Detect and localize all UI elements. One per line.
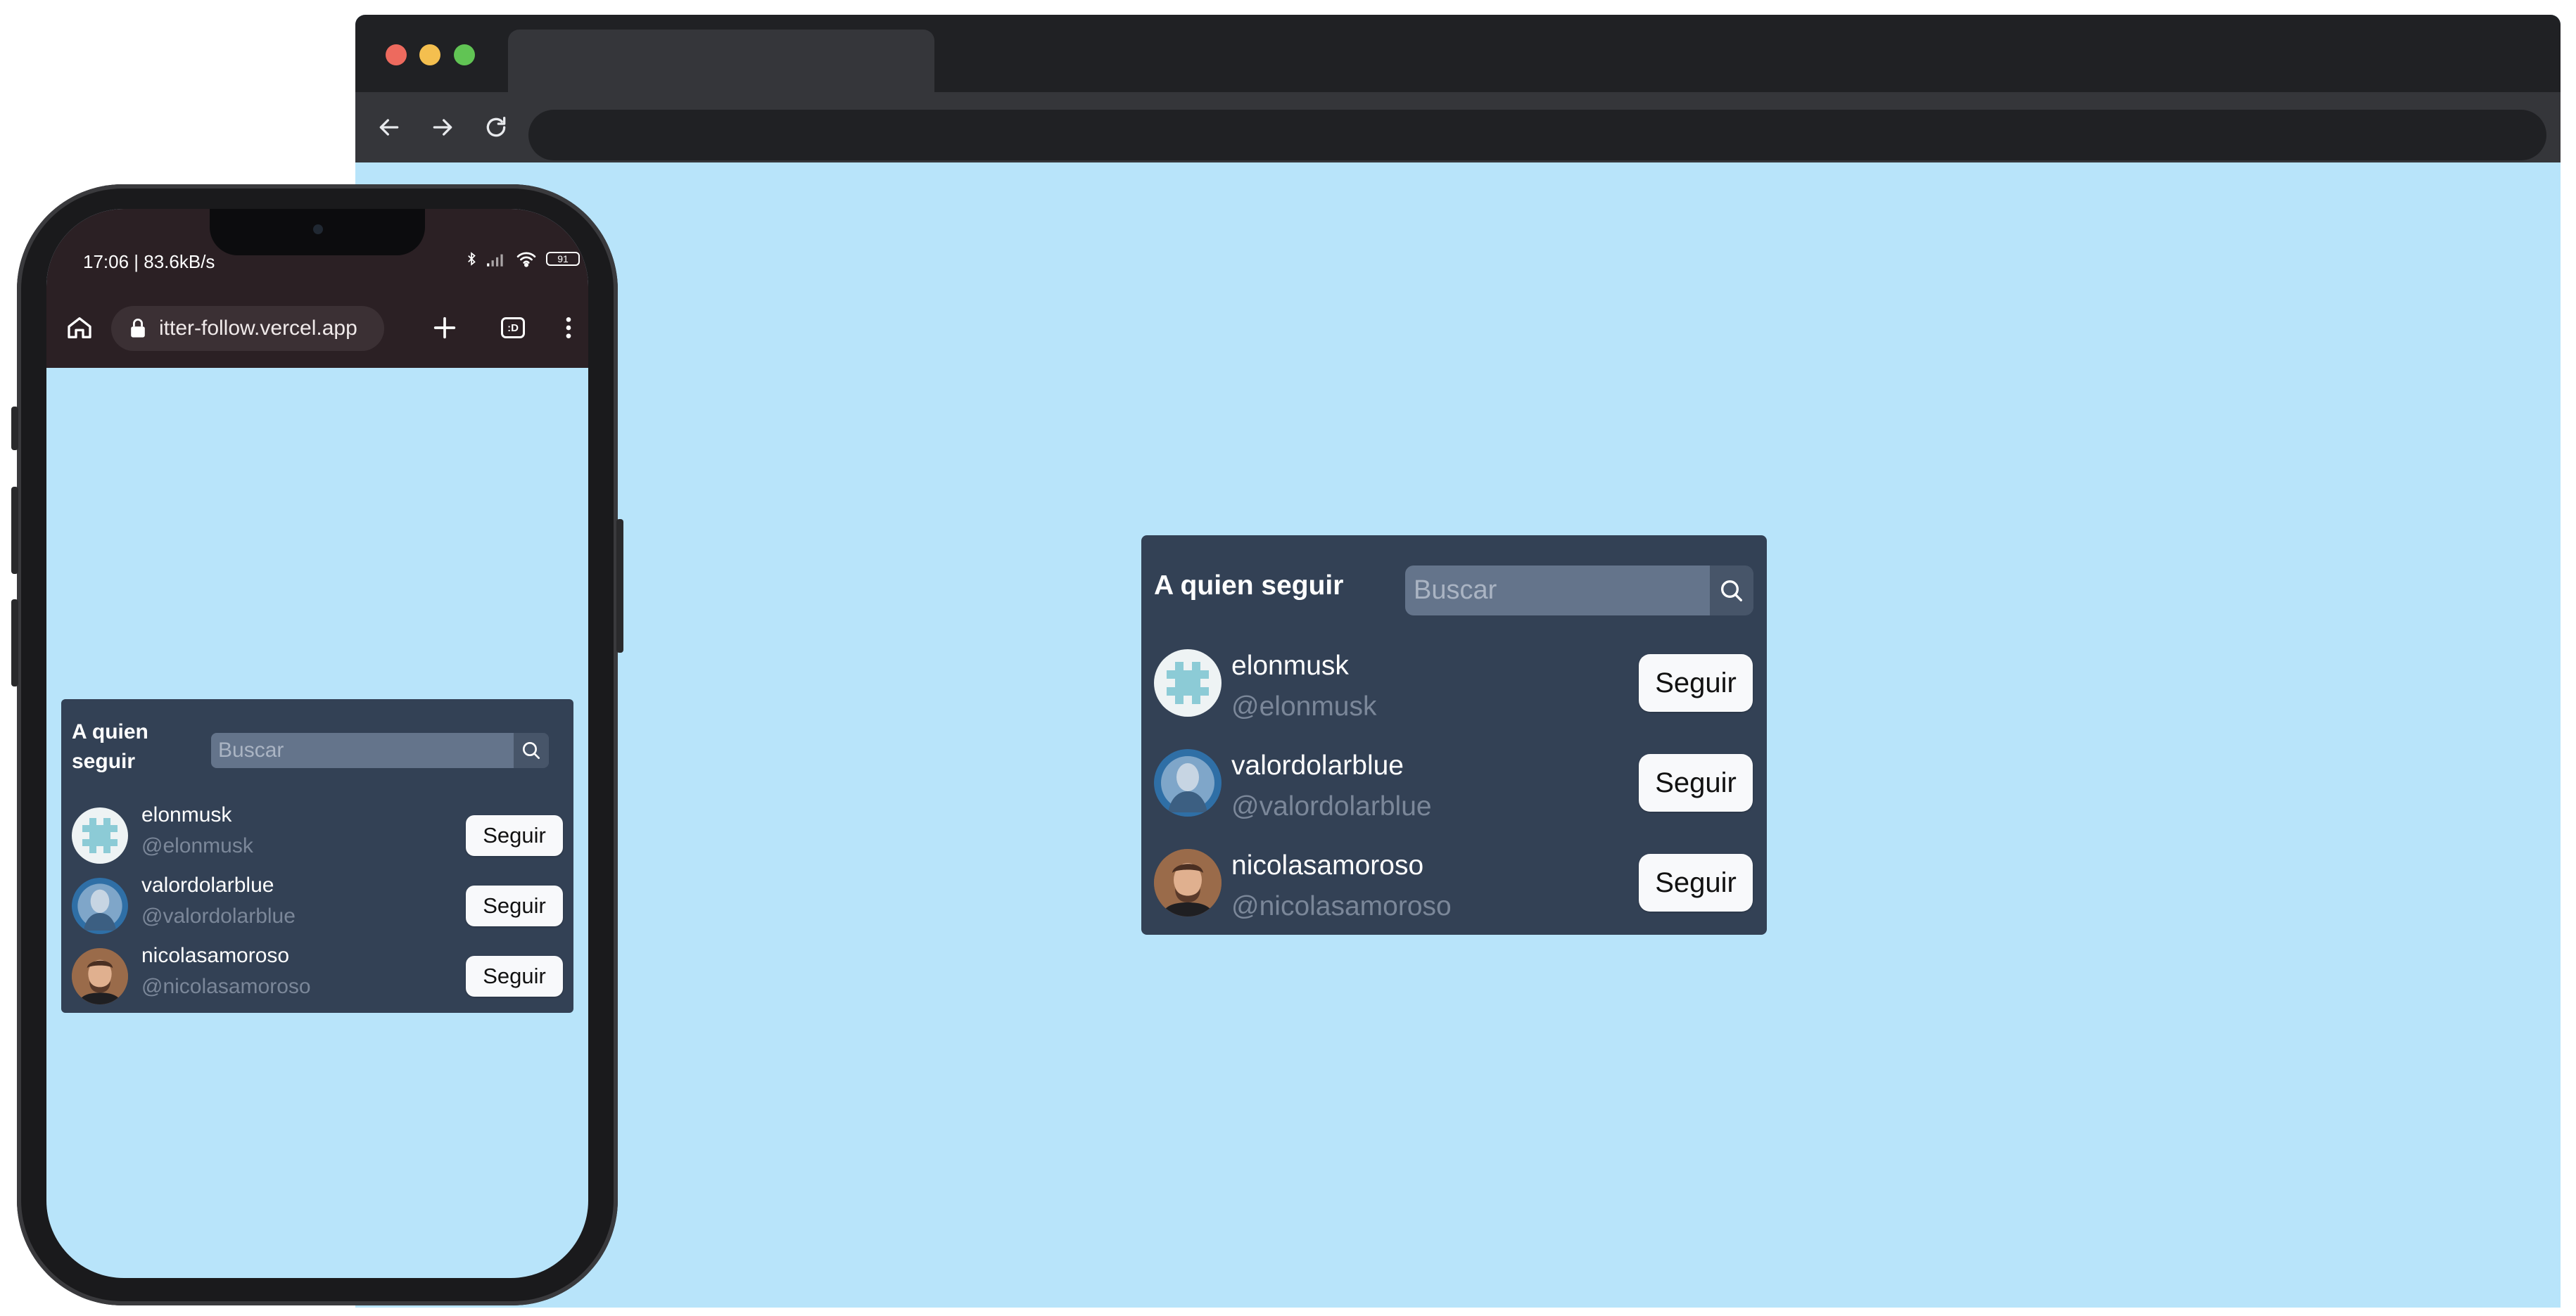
avatar: [1154, 649, 1222, 717]
avatar: [72, 878, 128, 934]
follow-button[interactable]: Seguir: [466, 815, 563, 856]
plus-icon[interactable]: [426, 309, 464, 347]
avatar: [1154, 849, 1222, 916]
close-window-button[interactable]: [386, 44, 407, 65]
search-icon[interactable]: [1710, 566, 1753, 615]
lock-icon: [129, 319, 146, 338]
user-handle: @nicolasamoroso: [141, 975, 311, 998]
widget-title: A quien seguir: [72, 720, 148, 773]
follow-button[interactable]: Seguir: [466, 886, 563, 926]
signal-icon: [487, 254, 503, 267]
avatar: [72, 948, 128, 1004]
user-handle: @elonmusk: [141, 834, 253, 857]
address-bar[interactable]: [528, 110, 2546, 160]
bluetooth-icon: [468, 252, 476, 266]
phone-status-bar: 17:06 | 83.6kB/s 91: [46, 209, 588, 288]
search-input[interactable]: Buscar: [1405, 566, 1710, 615]
battery-icon: 91: [546, 252, 580, 266]
user-handle: @valordolarblue: [1231, 791, 1432, 822]
follow-button[interactable]: Seguir: [1639, 754, 1753, 812]
minimize-window-button[interactable]: [419, 44, 440, 65]
url-text: itter-follow.vercel.app: [159, 317, 357, 340]
phone-notch: [210, 209, 425, 255]
reload-icon[interactable]: [479, 110, 513, 144]
follow-button[interactable]: Seguir: [1639, 854, 1753, 912]
phone-power-button: [616, 519, 623, 653]
widget-title: A quien seguir: [1154, 570, 1344, 601]
user-handle: @nicolasamoroso: [1231, 891, 1452, 921]
avatar: [72, 807, 128, 864]
status-icons: 91: [467, 250, 580, 268]
follow-button[interactable]: Seguir: [466, 956, 563, 997]
user-handle: @elonmusk: [1231, 691, 1377, 722]
who-to-follow-widget-desktop: A quien seguir Buscar elonmusk @elonmusk…: [1141, 535, 1767, 935]
search-input[interactable]: Buscar: [211, 733, 514, 768]
status-time: 17:06 | 83.6kB/s: [83, 251, 215, 272]
phone-volume-up: [11, 487, 18, 574]
wifi-icon: [516, 252, 536, 267]
phone-device: 17:06 | 83.6kB/s 91 itter-follow.vercel.…: [11, 184, 623, 1305]
forward-arrow-icon[interactable]: [426, 110, 459, 144]
search-icon[interactable]: [514, 733, 549, 768]
follow-button[interactable]: Seguir: [1639, 654, 1753, 712]
tabs-icon[interactable]: :D: [494, 309, 532, 347]
tabs-count: :D: [501, 317, 525, 338]
url-bar[interactable]: itter-follow.vercel.app: [111, 306, 384, 351]
phone-screen: 17:06 | 83.6kB/s 91 itter-follow.vercel.…: [46, 209, 588, 1278]
home-icon[interactable]: [61, 309, 99, 347]
phone-volume-down: [11, 599, 18, 686]
back-arrow-icon[interactable]: [372, 110, 406, 144]
user-name: nicolasamoroso: [141, 944, 290, 967]
phone-mute-switch: [11, 407, 18, 450]
user-name: nicolasamoroso: [1231, 850, 1424, 881]
user-name: valordolarblue: [1231, 750, 1404, 781]
user-handle: @valordolarblue: [141, 905, 296, 928]
avatar: [1154, 749, 1222, 817]
user-name: elonmusk: [1231, 651, 1349, 681]
mobile-browser-toolbar: itter-follow.vercel.app :D: [46, 288, 588, 368]
user-name: valordolarblue: [141, 874, 274, 897]
who-to-follow-widget-mobile: A quien seguir Buscar elonmusk @elonmusk…: [61, 699, 573, 1013]
browser-toolbar: [355, 92, 2561, 162]
browser-tab[interactable]: [508, 30, 934, 92]
browser-titlebar: [355, 15, 2561, 92]
camera-icon: [313, 224, 323, 234]
maximize-window-button[interactable]: [454, 44, 475, 65]
more-vert-icon[interactable]: [550, 309, 588, 347]
user-name: elonmusk: [141, 803, 232, 826]
